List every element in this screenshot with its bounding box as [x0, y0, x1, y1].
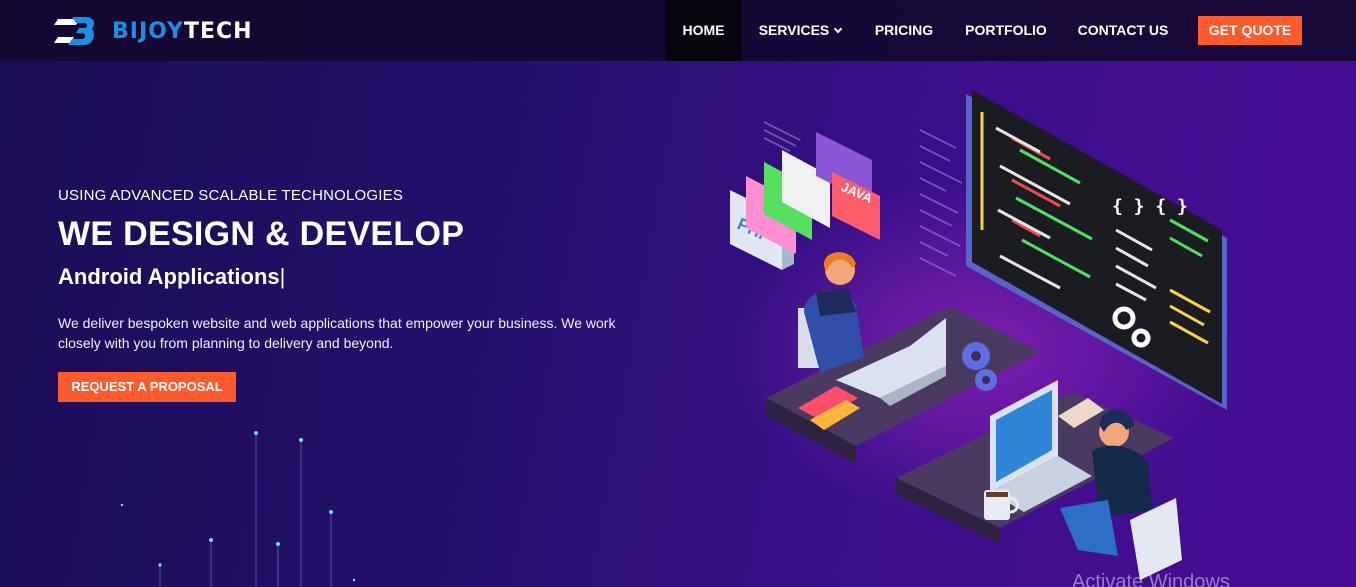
- get-quote-button[interactable]: GET QUOTE: [1198, 16, 1302, 45]
- developers-illustration: { } { } PHP JAVA: [730, 90, 1230, 580]
- brand-logo-icon: [54, 17, 94, 45]
- typed-service: Android Applications: [58, 264, 280, 289]
- request-proposal-button[interactable]: REQUEST A PROPOSAL: [58, 372, 236, 402]
- hero-eyebrow: USING ADVANCED SCALABLE TECHNOLOGIES: [58, 187, 404, 204]
- brand-name: BIJOYTECH: [112, 18, 253, 44]
- nav-item-services-label: SERVICES: [758, 22, 830, 38]
- typing-cursor: |: [279, 264, 286, 289]
- chevron-down-icon: [834, 24, 843, 34]
- nav-item-pricing[interactable]: PRICING: [868, 0, 940, 61]
- nav-item-portfolio[interactable]: PORTFOLIO: [958, 0, 1054, 61]
- nav-item-services[interactable]: SERVICES: [748, 0, 852, 61]
- brand-logo[interactable]: BIJOYTECH: [54, 14, 253, 48]
- hero-typed-text: Android Applications|: [58, 264, 285, 290]
- code-braces: { } { }: [1112, 196, 1188, 217]
- activate-windows-watermark: Activate Windows: [1072, 571, 1230, 587]
- nav-item-home[interactable]: HOME: [665, 0, 742, 61]
- hero-headline: WE DESIGN & DEVELOP: [58, 215, 465, 253]
- hero-description: We deliver bespoken website and web appl…: [58, 315, 616, 351]
- top-navigation-bar: BIJOYTECH HOME SERVICES PRICING PORTFOLI…: [0, 0, 1356, 61]
- decorative-particles: [120, 431, 356, 587]
- nav-item-contact-us[interactable]: CONTACT US: [1072, 0, 1174, 61]
